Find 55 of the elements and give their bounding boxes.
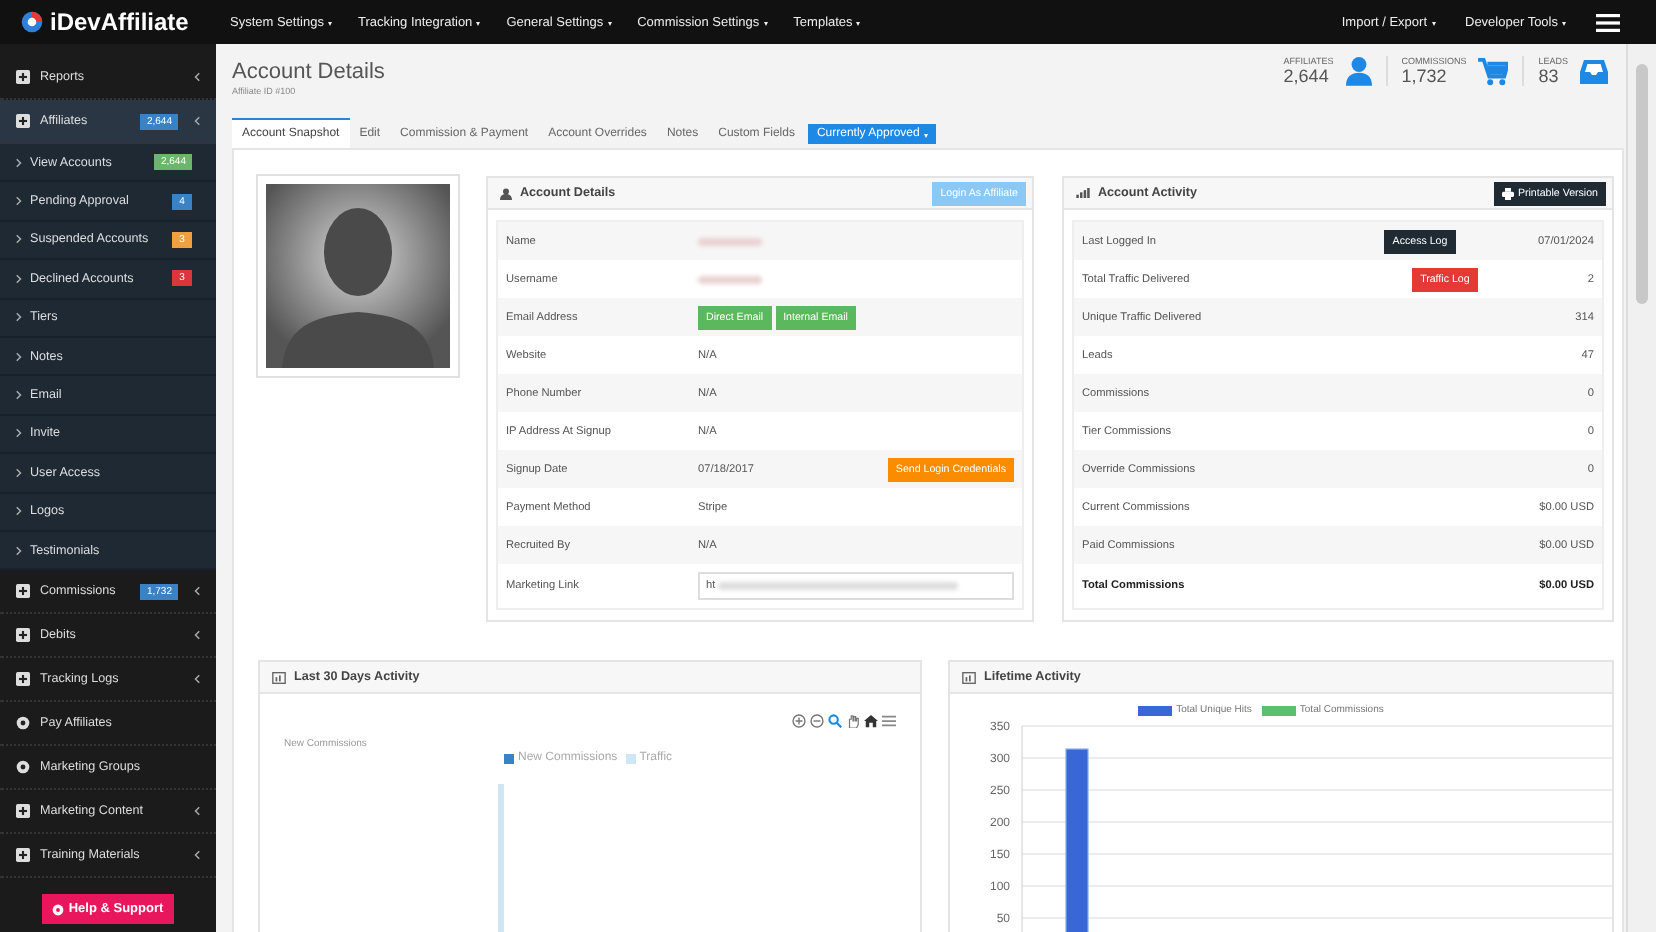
help-icon [52,903,65,916]
chevron-icon [194,674,200,685]
chevron-icon [16,234,22,245]
chevron-icon [194,630,200,641]
chevron-icon [194,806,200,817]
caret-icon [327,22,332,26]
user-icon [1345,56,1372,86]
caret-icon [763,22,768,26]
stat-value: 2,644 [1283,66,1331,86]
chevron-icon [16,157,22,168]
home-icon[interactable] [864,714,878,728]
plus-square-icon [16,584,30,599]
caret-icon [1431,22,1435,26]
signal-bars-icon [1076,188,1090,198]
plus-square-icon [16,804,30,819]
zoom-in-icon[interactable] [792,714,806,728]
cart-icon [1478,57,1509,85]
caret-icon [476,22,481,26]
chevron-icon [194,116,200,126]
printer-icon [1501,187,1514,199]
zoom-out-icon[interactable] [810,714,824,728]
plus-square-icon [16,672,30,687]
chevron-icon [16,506,22,517]
logo-icon [20,10,44,34]
chevron-icon [16,467,22,478]
redacted-value [698,275,762,283]
stat-value: 83 [1538,66,1561,86]
chevron-icon [16,196,22,207]
plus-square-icon [16,848,30,863]
chevron-icon [194,850,200,861]
page-title: Account Details [232,60,385,84]
chevron-icon [16,390,22,401]
caret-icon [607,22,612,26]
search-icon[interactable] [828,714,842,728]
chevron-icon [16,545,22,556]
hand-icon[interactable] [846,714,860,728]
caret-icon [1562,22,1566,26]
chevron-icon [16,428,22,439]
chevron-icon [194,72,200,82]
user-icon [500,187,512,199]
plus-square-icon [16,628,30,643]
inbox-icon [1580,59,1608,83]
caret-icon [856,22,861,26]
chevron-icon [16,273,22,284]
plus-square-icon [16,114,30,128]
caret-icon [923,134,928,138]
chevron-icon [16,351,22,362]
chart-icon [272,671,286,683]
logo-text: iDevAffiliate [50,8,189,36]
chevron-icon [194,586,200,597]
stat-value: 1,732 [1401,66,1449,86]
chart-icon [962,671,976,683]
chevron-icon [16,312,22,323]
menu-icon[interactable] [1596,13,1620,31]
plus-square-icon [16,70,30,84]
